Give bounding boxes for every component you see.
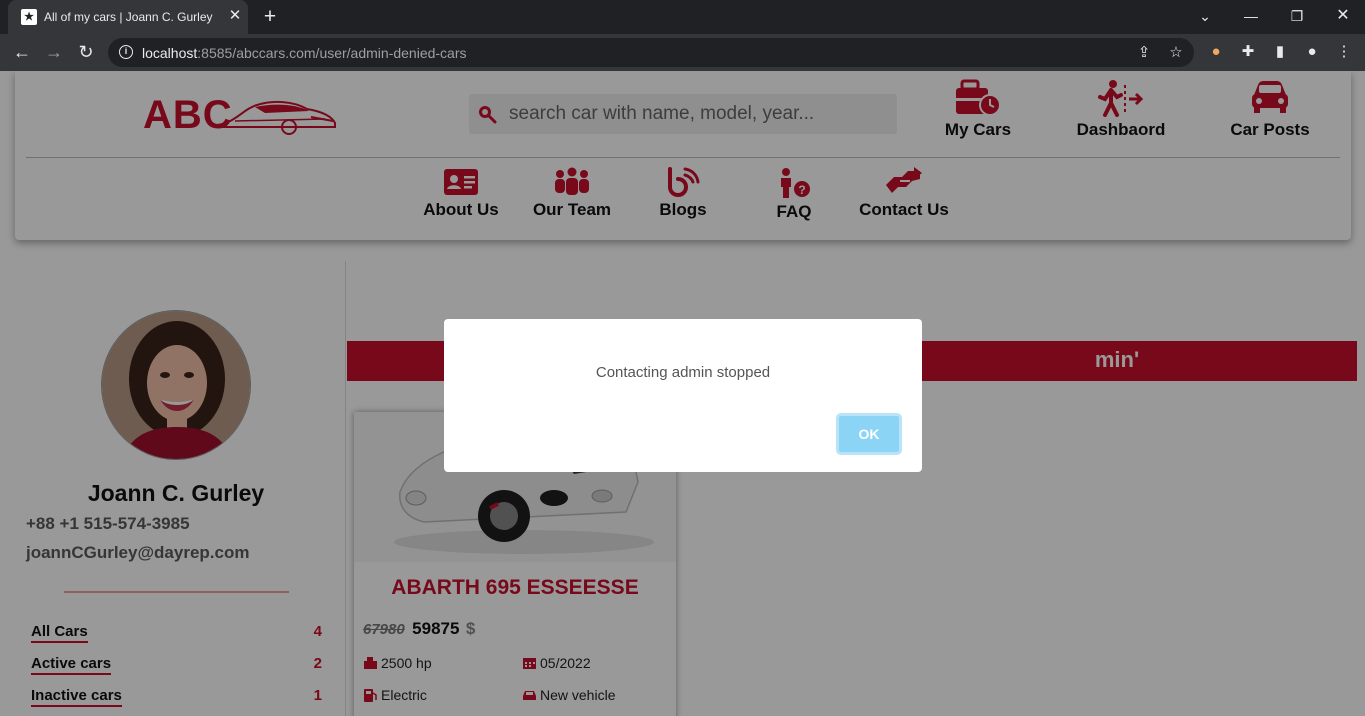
site-info-icon[interactable]: i [119, 45, 133, 59]
new-tab-icon[interactable]: + [259, 6, 281, 28]
favicon-icon: ★ [21, 9, 37, 25]
page-content: ABC search car with name, model, year...… [0, 71, 1365, 716]
minimize-icon[interactable]: — [1239, 5, 1263, 27]
forward-icon[interactable]: → [42, 40, 66, 64]
close-tab-icon[interactable]: ✕ [226, 7, 244, 25]
browser-tab[interactable]: ★ All of my cars | Joann C. Gurley ✕ [8, 0, 248, 34]
bookmark-star-icon[interactable]: ☆ [1166, 43, 1186, 63]
restore-icon[interactable]: ❐ [1285, 5, 1309, 27]
browser-toolbar: ← → ↻ i localhost:8585/abccars.com/user/… [0, 34, 1365, 71]
tab-search-icon[interactable]: ⌄ [1193, 5, 1217, 27]
profile-icon[interactable]: ● [1302, 42, 1322, 62]
url-text[interactable]: localhost:8585/abccars.com/user/admin-de… [142, 45, 467, 61]
ok-button[interactable]: OK [836, 413, 902, 455]
extensions-puzzle-icon[interactable]: ✚ [1238, 42, 1258, 62]
menu-dots-icon[interactable]: ⋮ [1334, 42, 1354, 62]
share-icon[interactable]: ⇪ [1134, 43, 1154, 63]
tab-title: All of my cars | Joann C. Gurley [44, 10, 213, 24]
browser-tab-strip: ★ All of my cars | Joann C. Gurley ✕ + ⌄… [0, 0, 1365, 34]
close-window-icon[interactable]: ✕ [1331, 5, 1355, 27]
back-icon[interactable]: ← [10, 40, 34, 64]
dialog-message: Contacting admin stopped [595, 364, 771, 381]
side-panel-icon[interactable]: ▮ [1270, 42, 1290, 62]
address-bar[interactable]: i localhost:8585/abccars.com/user/admin-… [108, 38, 1194, 67]
reload-icon[interactable]: ↻ [74, 40, 98, 64]
alert-dialog: Contacting admin stopped OK [444, 319, 922, 472]
cookie-extension-icon[interactable]: ● [1206, 42, 1226, 62]
